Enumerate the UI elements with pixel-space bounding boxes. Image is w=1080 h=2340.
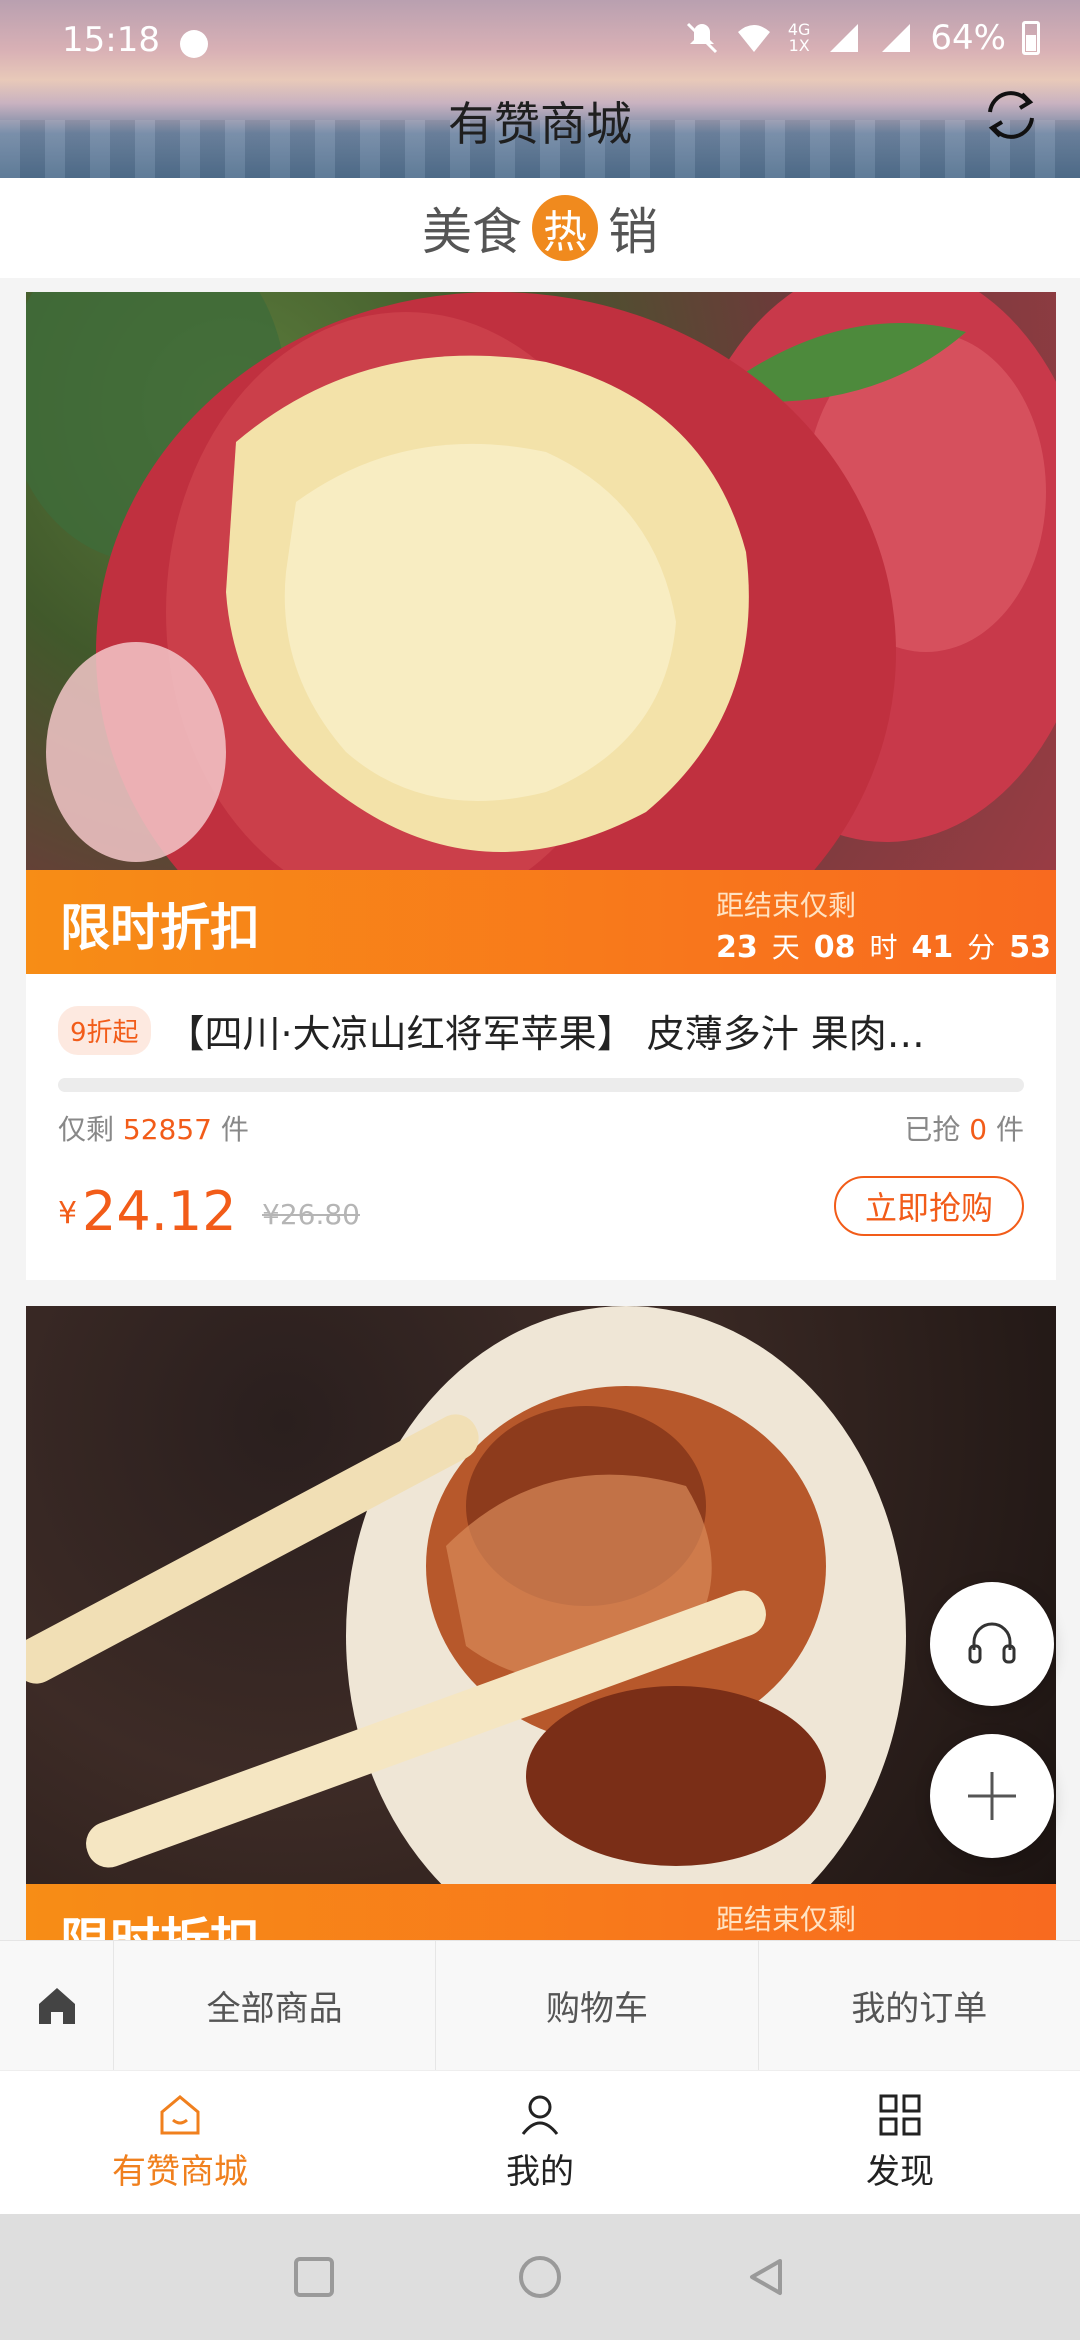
countdown-hours: 08 <box>813 930 856 965</box>
stock-count: 52857 <box>122 1113 212 1146</box>
wifi-icon <box>737 25 770 52</box>
shop-home-button[interactable] <box>0 1941 114 2070</box>
product-info-row[interactable]: 9折起 【四川·大凉山红将军苹果】 皮薄多汁 果肉… <box>58 1002 1024 1058</box>
shop-navigation: 全部商品 购物车 我的订单 <box>0 1940 1080 2070</box>
stock-remaining: 仅剩 52857 件 <box>58 1108 249 1148</box>
flash-sale-label: 限时折扣 <box>60 1913 260 1944</box>
stock-prefix: 仅剩 <box>58 1113 115 1146</box>
tab-discover[interactable]: 发现 <box>720 2071 1080 2214</box>
hot-food-banner: 美食 热 销 <box>0 178 1080 278</box>
home-circle-icon[interactable] <box>516 2253 564 2301</box>
flash-sale-label: 限时折扣 <box>60 899 260 957</box>
signal-icon-2 <box>882 24 911 52</box>
network-type: 4G 1X <box>788 22 811 54</box>
back-icon[interactable] <box>744 2255 788 2299</box>
plus-icon <box>968 1772 1016 1820</box>
grid-icon <box>879 2094 921 2136</box>
nav-my-orders[interactable]: 我的订单 <box>759 1941 1080 2070</box>
sold-unit: 件 <box>995 1113 1024 1146</box>
page-title: 有赞商城 <box>448 97 632 151</box>
product-title[interactable]: 【四川·大凉山红将军苹果】 皮薄多汁 果肉… <box>167 1003 1024 1058</box>
buy-now-button[interactable]: 立即抢购 <box>834 1176 1024 1236</box>
battery-icon <box>1022 21 1040 55</box>
product-image-apple[interactable] <box>26 292 1056 870</box>
tab-discover-label: 发现 <box>866 2152 934 2192</box>
battery-percent: 64% <box>930 18 1006 58</box>
remaining-label: 距结束仅剩 <box>716 1903 857 1936</box>
egg-illustration <box>26 1306 906 1884</box>
refresh-icon[interactable] <box>978 82 1044 148</box>
tab-store-label: 有赞商城 <box>112 2152 248 2192</box>
customer-service-button[interactable] <box>930 1582 1054 1706</box>
app-header: 15:18 4G 1X 64% 有赞商城 <box>0 0 1080 178</box>
product-card[interactable]: 限时折扣 距结束仅剩 23 天 08 时 41 分 53 9折起 【四川·大凉山… <box>26 292 1056 1280</box>
tab-me-label: 我的 <box>506 2152 574 2192</box>
stock-unit: 件 <box>220 1113 249 1146</box>
discount-tag: 9折起 <box>58 1005 151 1055</box>
banner-text-right: 销 <box>608 203 658 261</box>
hot-badge: 热 <box>532 195 598 261</box>
product-card[interactable]: 限时折扣 距结束仅剩 <box>26 1306 1056 2006</box>
person-icon <box>521 2095 559 2135</box>
remaining-label: 距结束仅剩 <box>716 889 857 922</box>
countdown: 23 天 08 时 41 分 53 <box>716 926 1051 966</box>
notification-icon <box>180 30 208 58</box>
add-button[interactable] <box>930 1734 1054 1858</box>
sold-count: 已抢 0 件 <box>904 1108 1024 1148</box>
product-image-egg[interactable] <box>26 1306 1056 1884</box>
countdown-minutes-unit: 分 <box>967 931 996 964</box>
sold-number: 0 <box>969 1113 988 1146</box>
tab-store[interactable]: 有赞商城 <box>0 2071 360 2214</box>
system-navigation-bar <box>0 2214 1080 2340</box>
nav-cart[interactable]: 购物车 <box>436 1941 759 2070</box>
price-row: ¥ 24.12 ¥26.80 立即抢购 <box>58 1172 1024 1252</box>
countdown-hours-unit: 时 <box>869 931 898 964</box>
signal-icon-1 <box>830 24 859 52</box>
status-time: 15:18 <box>62 20 160 60</box>
sale-price: 24.12 <box>82 1180 237 1243</box>
flash-sale-bar: 限时折扣 距结束仅剩 23 天 08 时 41 分 53 <box>26 870 1056 974</box>
sales-progress-bar <box>58 1078 1024 1092</box>
countdown-seconds: 53 <box>1009 930 1052 965</box>
countdown-days-unit: 天 <box>771 931 800 964</box>
banner-text-left: 美食 <box>422 203 522 261</box>
apple-illustration <box>26 292 1056 870</box>
currency-symbol: ¥ <box>58 1196 78 1231</box>
status-bar: 15:18 4G 1X 64% <box>0 18 1080 62</box>
sold-prefix: 已抢 <box>904 1113 961 1146</box>
status-icons: 4G 1X 64% <box>684 18 1040 58</box>
original-price: ¥26.80 <box>262 1198 360 1231</box>
nav-all-products[interactable]: 全部商品 <box>114 1941 437 2070</box>
home-icon <box>38 1987 75 2024</box>
flash-sale-bar: 限时折扣 距结束仅剩 <box>26 1884 1056 1944</box>
countdown-days: 23 <box>716 930 758 965</box>
headset-icon <box>968 1622 1016 1664</box>
store-icon <box>160 2095 200 2135</box>
tab-me[interactable]: 我的 <box>360 2071 720 2214</box>
mute-icon <box>686 22 717 54</box>
countdown-minutes: 41 <box>911 930 954 965</box>
network-tag-bottom: 1X <box>788 36 810 55</box>
bottom-tab-bar: 有赞商城 我的 发现 <box>0 2070 1080 2214</box>
recent-apps-icon[interactable] <box>292 2255 336 2299</box>
